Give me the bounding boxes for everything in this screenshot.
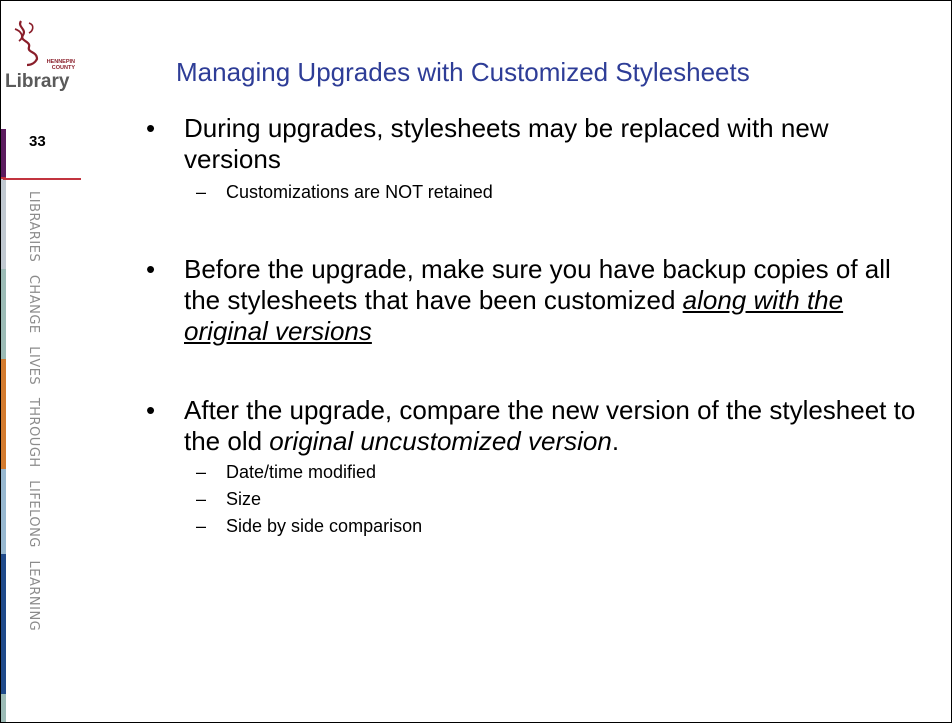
sub-bullet-item: – Side by side comparison bbox=[146, 513, 926, 540]
bullet-glyph: • bbox=[146, 254, 156, 284]
color-bar-segment bbox=[1, 129, 6, 177]
color-bar-segment bbox=[1, 469, 6, 554]
color-bar-segment bbox=[1, 694, 6, 722]
slide: HENNEPIN COUNTY Library 33 LIBRARIES CHA… bbox=[0, 0, 952, 723]
sub-bullet-item: – Date/time modified bbox=[146, 459, 926, 486]
sub-bullet-item: – Size bbox=[146, 486, 926, 513]
sidebar-tagline: LIBRARIES CHANGE LIVES THROUGH LIFELONG … bbox=[26, 191, 41, 632]
slide-body: • During upgrades, stylesheets may be re… bbox=[146, 113, 926, 540]
bullet-item: • After the upgrade, compare the new ver… bbox=[146, 395, 926, 457]
brand-color-bar bbox=[1, 129, 6, 722]
bullet-text: During upgrades, stylesheets may be repl… bbox=[184, 113, 829, 174]
sidebar: HENNEPIN COUNTY Library 33 LIBRARIES CHA… bbox=[1, 1, 81, 722]
bullet-suffix: . bbox=[611, 426, 620, 456]
color-bar-segment bbox=[1, 179, 6, 269]
dash-glyph: – bbox=[196, 462, 207, 482]
dash-glyph: – bbox=[196, 489, 207, 509]
dash-glyph: – bbox=[196, 182, 207, 202]
sub-bullet-text: Date/time modified bbox=[226, 462, 377, 482]
slide-title: Managing Upgrades with Customized Styles… bbox=[176, 57, 750, 87]
sub-bullet-text: Size bbox=[226, 489, 262, 509]
color-bar-segment bbox=[1, 269, 6, 359]
bullet-glyph: • bbox=[146, 113, 156, 143]
bullet-item: • Before the upgrade, make sure you have… bbox=[146, 254, 926, 347]
slide-number: 33 bbox=[29, 133, 46, 150]
logo-wordmark: Library bbox=[5, 71, 70, 92]
bullet-item: • During upgrades, stylesheets may be re… bbox=[146, 113, 926, 175]
divider-line bbox=[3, 178, 81, 180]
bullet-emphasis: original uncustomized version bbox=[269, 426, 612, 456]
color-bar-segment bbox=[1, 554, 6, 694]
logo-county-text: HENNEPIN COUNTY bbox=[46, 59, 75, 71]
sub-bullet-text: Customizations are NOT retained bbox=[226, 182, 493, 202]
sub-bullet-text: Side by side comparison bbox=[226, 516, 423, 536]
sub-bullet-item: – Customizations are NOT retained bbox=[146, 179, 926, 206]
dash-glyph: – bbox=[196, 516, 207, 536]
bullet-glyph: • bbox=[146, 395, 156, 425]
color-bar-segment bbox=[1, 359, 6, 469]
